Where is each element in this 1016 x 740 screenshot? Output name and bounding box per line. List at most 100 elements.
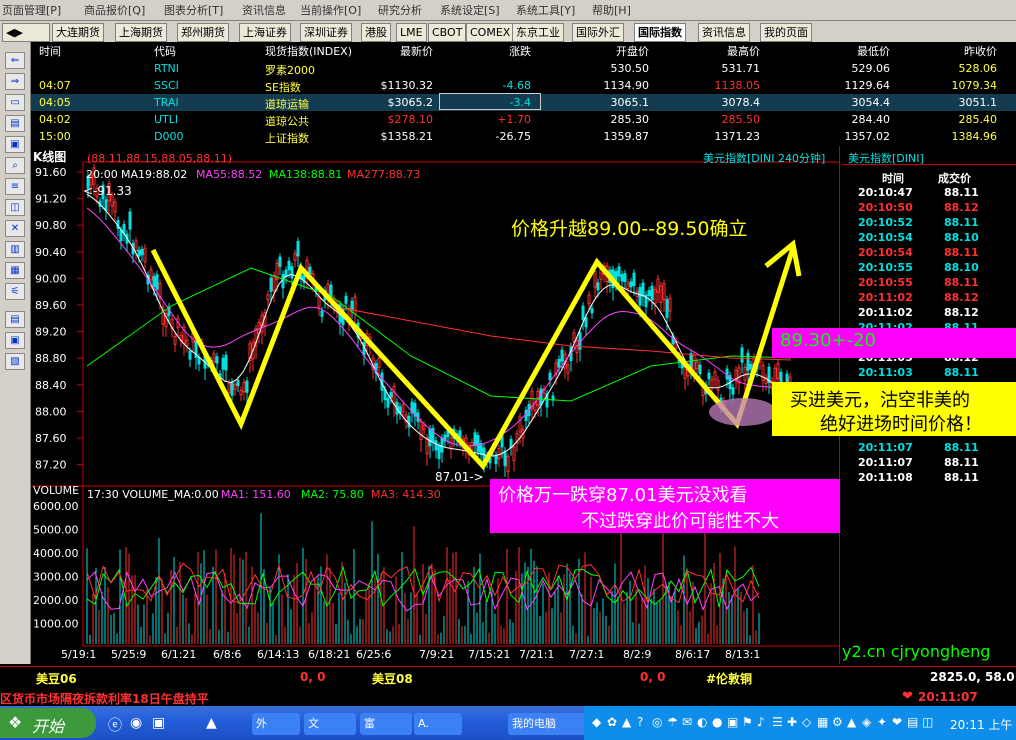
task-button-2[interactable]: 文 xyxy=(304,713,356,735)
back-arrow-icon[interactable]: ⇐ xyxy=(5,52,25,69)
tab-hk[interactable]: 港股 xyxy=(361,23,391,42)
tray-icon[interactable]: ▦ xyxy=(817,715,828,729)
tab-forex[interactable]: 国际外汇 xyxy=(572,23,624,42)
candle-body xyxy=(647,290,651,297)
chart-window-icon[interactable]: ◫ xyxy=(5,199,25,216)
tick-time: 20:10:54 xyxy=(858,246,913,259)
tab-cbot[interactable]: CBOT xyxy=(428,23,467,42)
candle-body xyxy=(692,354,696,371)
draw-tool-icon[interactable]: ⚟ xyxy=(5,283,25,300)
quote-row[interactable]: 15:00 D000 上证指数 $1358.21 -26.75 1359.87 1371.2… xyxy=(31,128,1016,145)
new-page-icon[interactable]: ▭ xyxy=(5,94,25,111)
tab-shanghai-futures[interactable]: 上海期货 xyxy=(115,23,167,42)
menu-item-page[interactable]: 页面管理[P] xyxy=(2,2,61,18)
tab-shanghai-stock[interactable]: 上海证券 xyxy=(239,23,291,42)
forward-arrow-icon[interactable]: ⇒ xyxy=(5,73,25,90)
menu-item-help[interactable]: 帮助[H] xyxy=(592,2,631,18)
quote-header-1[interactable]: 代码 xyxy=(154,43,176,59)
quote-header-0[interactable]: 时间 xyxy=(39,43,61,59)
candle-body xyxy=(560,349,564,362)
tab-lme[interactable]: LME xyxy=(396,23,427,42)
quote-header-7[interactable]: 最低价 xyxy=(857,43,890,59)
tab-zhengzhou[interactable]: 郑州期货 xyxy=(177,23,229,42)
tray-icon[interactable]: ❤ xyxy=(892,715,902,729)
search-icon[interactable]: ⌕ xyxy=(5,157,25,174)
status-item-1[interactable]: 美豆06 xyxy=(36,670,77,687)
layout-2-icon[interactable]: ▣ xyxy=(5,332,25,349)
tray-icon[interactable]: ? xyxy=(637,715,643,729)
tray-icon[interactable]: ◫ xyxy=(922,715,933,729)
tray-icon[interactable]: ✉ xyxy=(682,715,692,729)
candle-body xyxy=(776,363,780,380)
task-button-3[interactable]: 富 xyxy=(360,713,412,735)
tray-icon[interactable]: ⚙ xyxy=(832,715,843,729)
tray-icon[interactable]: ◎ xyxy=(652,715,662,729)
status-item-3[interactable]: #伦敦铜 xyxy=(706,670,752,687)
tray-icon[interactable]: ✚ xyxy=(787,715,797,729)
tray-icon[interactable]: ● xyxy=(712,715,722,729)
candle-body xyxy=(215,356,219,364)
tray-icon[interactable]: ✿ xyxy=(607,715,617,729)
menu-item-chart[interactable]: 图表分析[T] xyxy=(164,2,223,18)
news-ticker: 区货币市场隔夜拆款利率18日午盘持平 ❤ 20:11:07 xyxy=(0,688,1016,706)
bar-chart-icon[interactable]: ▦ xyxy=(5,262,25,279)
task-button-4[interactable]: A. xyxy=(414,713,462,735)
tab-dalian[interactable]: 大连期货 xyxy=(52,23,104,42)
media-quicklaunch-icon[interactable]: ◉ xyxy=(130,715,142,731)
quote-header-3[interactable]: 最新价 xyxy=(400,43,433,59)
app-quicklaunch-icon[interactable]: ▲ xyxy=(206,715,217,731)
indicator-icon[interactable]: ▥ xyxy=(5,241,25,258)
tray-icon[interactable]: ☰ xyxy=(772,715,783,729)
tab-info[interactable]: 资讯信息 xyxy=(698,23,750,42)
news-ticker-text[interactable]: 区货币市场隔夜拆款利率18日午盘持平 xyxy=(0,690,209,707)
close-window-icon[interactable]: ✕ xyxy=(5,220,25,237)
quote-cell: SSCI xyxy=(154,79,179,92)
tray-icon[interactable]: ⚑ xyxy=(742,715,753,729)
task-button-1[interactable]: 外 xyxy=(252,713,300,735)
layout-3-icon[interactable]: ▧ xyxy=(5,353,25,370)
quote-header-6[interactable]: 最高价 xyxy=(727,43,760,59)
quote-row[interactable]: 04:07 SSCI SE指数 $1130.32 -4.68 1134.90 1138.05… xyxy=(31,77,1016,94)
tab-intl-index[interactable]: 国际指数 xyxy=(634,23,686,42)
menu-item-settings[interactable]: 系统设定[S] xyxy=(440,2,500,18)
quote-row[interactable]: RTNI 罗素2000 530.50 531.71 529.06 528.06 xyxy=(31,60,1016,77)
quote-header-5[interactable]: 开盘价 xyxy=(616,43,649,59)
tick-price: 88.12 xyxy=(944,306,979,319)
quote-row[interactable]: 04:02 UTLI 道琼公共 $278.10 +1.70 285.30 285.50 284… xyxy=(31,111,1016,128)
quote-header-2[interactable]: 现货指数(INDEX) xyxy=(265,43,352,59)
layout-1-icon[interactable]: ▤ xyxy=(5,311,25,328)
tab-comex[interactable]: COMEX xyxy=(466,23,515,42)
tray-icon[interactable]: ◇ xyxy=(802,715,811,729)
volume-tick-label: 2000.00 xyxy=(33,594,79,607)
tray-icon[interactable]: ▤ xyxy=(907,715,918,729)
open-folder-icon[interactable]: ▤ xyxy=(5,115,25,132)
tray-icon[interactable]: ◈ xyxy=(862,715,871,729)
tray-icon[interactable]: ▲ xyxy=(622,715,631,729)
tab-my-page[interactable]: 我的页面 xyxy=(760,23,812,42)
tray-icon[interactable]: ▣ xyxy=(727,715,738,729)
ie-quicklaunch-icon[interactable]: ⓔ xyxy=(108,715,122,735)
tab-prev[interactable]: ◀▶ xyxy=(2,23,50,42)
tray-icon[interactable]: ☂ xyxy=(667,715,678,729)
tray-icon[interactable]: ◐ xyxy=(697,715,707,729)
tray-icon[interactable]: ♪ xyxy=(757,715,765,729)
save-icon[interactable]: ▣ xyxy=(5,136,25,153)
tray-icon[interactable]: ▲ xyxy=(847,715,856,729)
list-icon[interactable]: ≡ xyxy=(5,178,25,195)
menu-item-quote[interactable]: 商品报价[Q] xyxy=(84,2,145,18)
tab-tokyo[interactable]: 东京工业 xyxy=(512,23,564,42)
menu-item-operate[interactable]: 当前操作[O] xyxy=(300,2,361,18)
menu-item-tools[interactable]: 系统工具[Y] xyxy=(516,2,575,18)
start-button[interactable]: ❖ 开始 xyxy=(0,708,96,738)
menu-item-research[interactable]: 研究分析 xyxy=(378,2,422,18)
task-button-my-computer[interactable]: 我的电脑 xyxy=(508,713,586,735)
tab-shenzhen-stock[interactable]: 深圳证券 xyxy=(300,23,352,42)
desktop-quicklaunch-icon[interactable]: ▣ xyxy=(152,715,165,731)
tray-icon[interactable]: ✦ xyxy=(877,715,887,729)
menu-item-news[interactable]: 资讯信息 xyxy=(242,2,286,18)
status-item-2[interactable]: 美豆08 xyxy=(372,670,413,687)
quote-header-4[interactable]: 涨跌 xyxy=(509,43,531,59)
quote-header-8[interactable]: 昨收价 xyxy=(964,43,997,59)
kline-chart-panel[interactable]: 91.60 91.20 90.80 90.40 90.00 89.60 89.20 88.80… xyxy=(31,146,875,664)
tray-icon[interactable]: ◆ xyxy=(592,715,601,729)
